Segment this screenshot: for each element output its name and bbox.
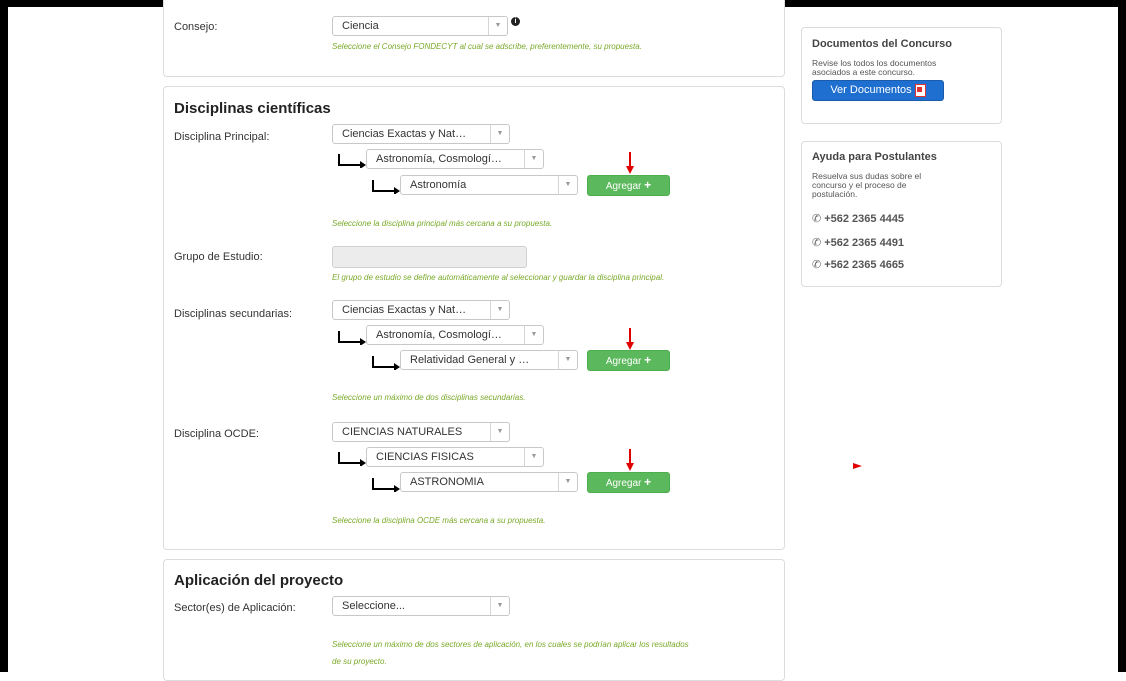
- caret-down-icon: ▼: [558, 473, 577, 491]
- ocde-level1-select[interactable]: CIENCIAS NATURALES ▼: [332, 422, 510, 442]
- consejo-select[interactable]: Ciencia ▼: [332, 16, 508, 36]
- pointer-mark-icon: [853, 463, 862, 469]
- documentos-text-line2: asociados a este concurso.: [812, 67, 916, 77]
- plus-icon: +: [644, 178, 652, 192]
- plus-icon: +: [644, 475, 652, 489]
- consejo-label: Consejo:: [174, 21, 218, 33]
- caret-down-icon: ▼: [490, 125, 509, 143]
- consejo-select-value: Ciencia: [342, 20, 379, 32]
- secundarias-level3-value: Relatividad General y …: [410, 354, 530, 366]
- secundarias-level1-select[interactable]: Ciencias Exactas y Nat… ▼: [332, 300, 510, 320]
- annotation-arrow-icon: [626, 152, 634, 174]
- phone-number-text: +562 2365 4491: [824, 237, 905, 249]
- caret-down-icon: ▼: [490, 423, 509, 441]
- elbow-arrow-icon: [372, 478, 400, 492]
- grupo-help: El grupo de estudio se define automática…: [332, 273, 665, 282]
- aplicacion-help-line2: de su proyecto.: [332, 657, 387, 666]
- caret-down-icon: ▼: [488, 17, 507, 35]
- ayuda-text-line3: postulación.: [812, 189, 858, 199]
- principal-add-button[interactable]: Agregar +: [587, 175, 670, 196]
- ocde-add-button[interactable]: Agregar +: [587, 472, 670, 493]
- annotation-arrow-icon: [626, 449, 634, 471]
- secundarias-level3-select[interactable]: Relatividad General y … ▼: [400, 350, 578, 370]
- aplicacion-help-line1: Seleccione un máximo de dos sectores de …: [332, 640, 689, 649]
- consejo-help: Seleccione el Consejo FONDECYT al cual s…: [332, 42, 642, 51]
- ver-documentos-button[interactable]: Ver Documentos: [812, 80, 944, 101]
- secundarias-label: Disciplinas secundarias:: [174, 308, 292, 320]
- phone-number-text: +562 2365 4665: [824, 259, 905, 271]
- aplicacion-title: Aplicación del proyecto: [174, 572, 344, 589]
- principal-label: Disciplina Principal:: [174, 131, 270, 143]
- add-button-label: Agregar: [605, 478, 642, 489]
- principal-level3-select[interactable]: Astronomía ▼: [400, 175, 578, 195]
- window-frame-left: [0, 0, 8, 672]
- ocde-level3-select[interactable]: ASTRONOMIA ▼: [400, 472, 578, 492]
- documentos-title: Documentos del Concurso: [812, 38, 952, 50]
- add-button-label: Agregar: [605, 356, 642, 367]
- grupo-field: [332, 246, 527, 268]
- ocde-help: Seleccione la disciplina OCDE más cercan…: [332, 516, 546, 525]
- ver-documentos-label: Ver Documentos: [830, 84, 912, 96]
- secundarias-level2-select[interactable]: Astronomía, Cosmologí… ▼: [366, 325, 544, 345]
- plus-icon: +: [644, 353, 652, 367]
- elbow-arrow-icon: [372, 180, 400, 194]
- aplicacion-label: Sector(es) de Aplicación:: [174, 602, 296, 614]
- add-button-label: Agregar: [605, 181, 642, 192]
- secundarias-add-button[interactable]: Agregar +: [587, 350, 670, 371]
- phone-icon: ✆: [812, 213, 822, 225]
- principal-help: Seleccione la disciplina principal más c…: [332, 219, 553, 228]
- ocde-level1-value: CIENCIAS NATURALES: [342, 426, 463, 438]
- principal-level1-select[interactable]: Ciencias Exactas y Nat… ▼: [332, 124, 510, 144]
- sector-select-value: Seleccione...: [342, 600, 405, 612]
- elbow-arrow-icon: [338, 331, 366, 345]
- principal-level2-value: Astronomía, Cosmologí…: [376, 153, 502, 165]
- elbow-arrow-icon: [372, 356, 400, 370]
- disciplinas-title: Disciplinas científicas: [174, 100, 331, 117]
- elbow-arrow-icon: [338, 452, 366, 466]
- caret-down-icon: ▼: [490, 597, 509, 615]
- principal-level1-value: Ciencias Exactas y Nat…: [342, 128, 467, 140]
- principal-level2-select[interactable]: Astronomía, Cosmologí… ▼: [366, 149, 544, 169]
- window-frame-right: [1118, 0, 1126, 672]
- phone-icon: ✆: [812, 237, 822, 249]
- secundarias-help: Seleccione un máximo de dos disciplinas …: [332, 393, 526, 402]
- ocde-level2-select[interactable]: CIENCIAS FISICAS ▼: [366, 447, 544, 467]
- sector-select[interactable]: Seleccione... ▼: [332, 596, 510, 616]
- principal-level3-value: Astronomía: [410, 179, 467, 191]
- caret-down-icon: ▼: [524, 448, 543, 466]
- ayuda-title: Ayuda para Postulantes: [812, 151, 937, 163]
- consejo-panel: [163, 0, 785, 77]
- secundarias-level2-value: Astronomía, Cosmologí…: [376, 329, 502, 341]
- grupo-label: Grupo de Estudio:: [174, 251, 263, 263]
- ocde-label: Disciplina OCDE:: [174, 428, 259, 440]
- ocde-level2-value: CIENCIAS FISICAS: [376, 451, 474, 463]
- secundarias-level1-value: Ciencias Exactas y Nat…: [342, 304, 467, 316]
- ocde-level3-value: ASTRONOMIA: [410, 476, 484, 488]
- elbow-arrow-icon: [338, 154, 366, 168]
- caret-down-icon: ▼: [558, 351, 577, 369]
- phone-number[interactable]: ✆ +562 2365 4491: [812, 236, 904, 249]
- annotation-arrow-icon: [626, 328, 634, 350]
- caret-down-icon: ▼: [490, 301, 509, 319]
- phone-icon: ✆: [812, 259, 822, 271]
- phone-number[interactable]: ✆ +562 2365 4445: [812, 212, 904, 225]
- phone-number-text: +562 2365 4445: [824, 213, 905, 225]
- caret-down-icon: ▼: [524, 326, 543, 344]
- caret-down-icon: ▼: [524, 150, 543, 168]
- caret-down-icon: ▼: [558, 176, 577, 194]
- info-circle-icon[interactable]: i: [511, 17, 520, 26]
- pdf-icon: [914, 83, 926, 97]
- phone-number[interactable]: ✆ +562 2365 4665: [812, 258, 904, 271]
